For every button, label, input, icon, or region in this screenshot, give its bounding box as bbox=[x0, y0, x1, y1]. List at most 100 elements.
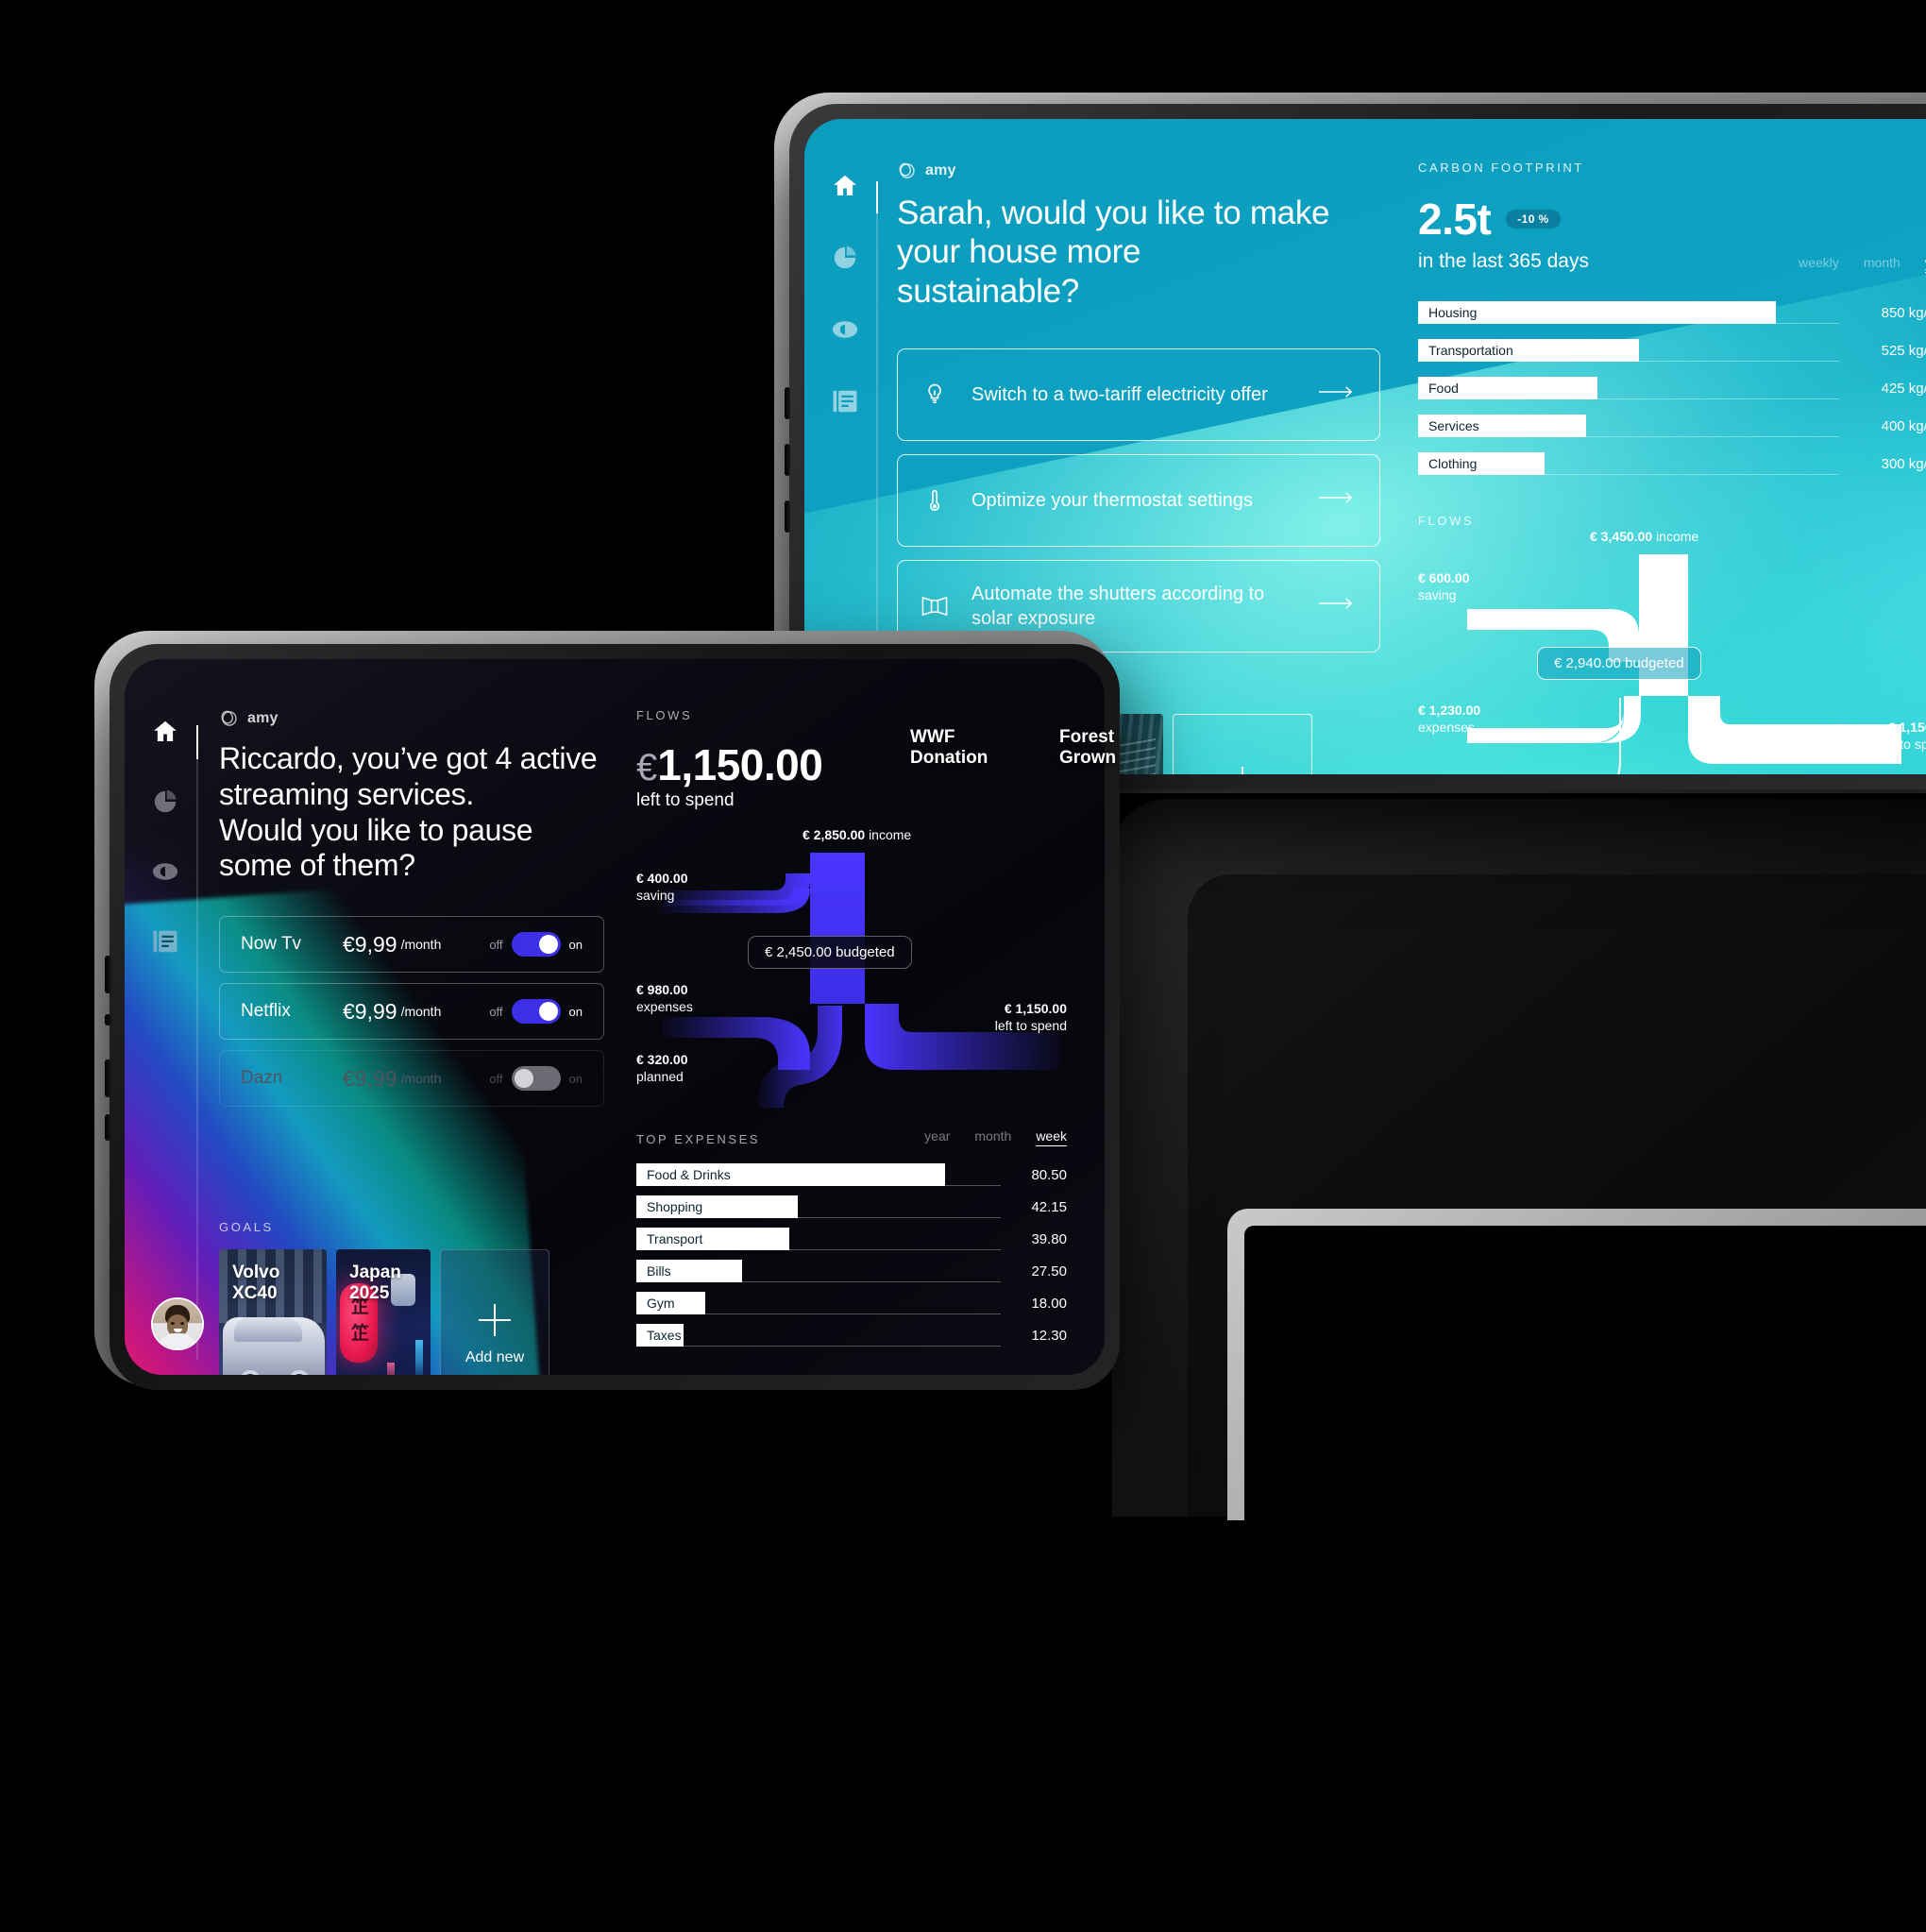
toggle-off-label: off bbox=[489, 1071, 503, 1086]
bar-track: Bills bbox=[636, 1260, 1001, 1282]
bar-row: Housing 850 kg/co2 bbox=[1418, 301, 1926, 324]
sidebar-active-indicator bbox=[196, 725, 198, 759]
top-expenses-header: TOP EXPENSES year month week bbox=[636, 1128, 1067, 1146]
suggestion-card-electricity[interactable]: Switch to a two-tariff electricity offer bbox=[897, 347, 1380, 441]
flow-budgeted-pill: € 2,450.00 budgeted bbox=[748, 936, 912, 969]
bar-fill: Food bbox=[1418, 377, 1597, 399]
bar-track: Food & Drinks bbox=[636, 1163, 1001, 1186]
bar-category-label: Transportation bbox=[1428, 343, 1513, 358]
sidebar-item-analytics[interactable] bbox=[831, 244, 859, 272]
dark-right-column: FLOWS € 1,150.00 left to spend € 2,850.0… bbox=[636, 708, 1067, 1375]
brand-name: amy bbox=[247, 709, 279, 726]
bar-category-label: Gym bbox=[647, 1296, 675, 1311]
bar-track: Housing bbox=[1418, 301, 1839, 324]
bar-row: Bills 27.50 bbox=[636, 1260, 1067, 1282]
goal-card-add-new[interactable]: Add new bbox=[440, 1249, 549, 1375]
bar-row: Transportation 525 kg/co2 bbox=[1418, 339, 1926, 362]
bar-fill: Clothing bbox=[1418, 452, 1545, 475]
bar-value-label: 300 kg/co2 bbox=[1881, 456, 1926, 472]
power-button[interactable] bbox=[105, 1114, 111, 1141]
volume-button-up[interactable] bbox=[785, 387, 790, 419]
service-period: /month bbox=[400, 1071, 442, 1086]
goal-card-percent: 75% bbox=[232, 1373, 261, 1375]
sidebar-item-budget[interactable] bbox=[831, 315, 859, 344]
goal-card-add-new[interactable]: Add new bbox=[1173, 713, 1312, 774]
carbon-period-tabs: weekly month year bbox=[1799, 255, 1926, 273]
thermometer-icon bbox=[919, 480, 951, 521]
bar-fill: Housing bbox=[1418, 301, 1777, 324]
teal-right-column: CARBON FOOTPRINT 2.5t -10 % in the last … bbox=[1418, 161, 1926, 774]
service-row-now-tv[interactable]: Now Tv €9,99/month off on bbox=[219, 916, 604, 973]
bar-baseline bbox=[636, 1346, 1001, 1347]
service-toggle[interactable] bbox=[511, 932, 561, 957]
goal-card-volvo[interactable]: Volvo XC40 75% bbox=[219, 1249, 327, 1375]
carbon-bar-chart: Housing 850 kg/co2 Transportation 525 kg/co… bbox=[1418, 301, 1926, 475]
sidebar-item-home[interactable] bbox=[831, 172, 859, 200]
bar-fill: Transport bbox=[636, 1228, 789, 1250]
volume-button-down[interactable] bbox=[105, 1059, 111, 1097]
goal-card-title: Forest Grown bbox=[1059, 726, 1117, 768]
bar-category-label: Transport bbox=[647, 1231, 703, 1246]
dark-headline: Riccardo, you’ve got 4 active streaming … bbox=[219, 741, 604, 884]
service-row-netflix[interactable]: Netflix €9,99/month off on bbox=[219, 983, 604, 1040]
bar-track: Transportation bbox=[1418, 339, 1839, 362]
service-toggle[interactable] bbox=[511, 999, 561, 1024]
sidebar-item-budget[interactable] bbox=[151, 857, 179, 886]
shutters-icon bbox=[919, 585, 951, 627]
service-toggle[interactable] bbox=[511, 1066, 561, 1091]
suggestion-card-thermostat[interactable]: Optimize your thermostat settings bbox=[897, 453, 1380, 547]
volume-button-up[interactable] bbox=[105, 956, 111, 993]
teal-brand: amy bbox=[897, 161, 1380, 180]
tab-week[interactable]: week bbox=[1036, 1128, 1067, 1146]
screenshot-canvas: amy Sarah, would you like to make your h… bbox=[0, 0, 1926, 1932]
volume-button-down[interactable] bbox=[785, 444, 790, 476]
bar-fill: Food & Drinks bbox=[636, 1163, 946, 1186]
suggestion-card-text: Automate the shutters according to solar… bbox=[971, 583, 1265, 629]
tab-month[interactable]: month bbox=[1864, 255, 1901, 270]
euro-symbol: € bbox=[636, 747, 658, 788]
tab-weekly[interactable]: weekly bbox=[1799, 255, 1839, 270]
teal-flow-diagram: € 3,450.00 income € 600.00 saving € 2,940… bbox=[1418, 529, 1926, 774]
service-name: Now Tv bbox=[241, 934, 302, 954]
sidebar-item-documents[interactable] bbox=[151, 927, 179, 956]
bar-track: Clothing bbox=[1418, 452, 1839, 475]
goal-card-title: Japan 2025 bbox=[349, 1263, 401, 1303]
carbon-period-text: in the last 365 days bbox=[1418, 250, 1589, 272]
flows-hero-caption: left to spend bbox=[636, 790, 735, 810]
arrow-right-icon bbox=[1319, 385, 1355, 403]
bar-track: Food bbox=[1418, 377, 1839, 399]
amy-logo-icon bbox=[219, 708, 239, 728]
sidebar-item-documents[interactable] bbox=[831, 387, 859, 415]
bar-value-label: 18.00 bbox=[1031, 1296, 1067, 1312]
sidebar-item-home[interactable] bbox=[151, 718, 179, 746]
service-row-dazn[interactable]: Dazn €9,99/month off on bbox=[219, 1050, 604, 1107]
lightbulb-icon bbox=[919, 374, 951, 415]
sidebar-item-analytics[interactable] bbox=[151, 788, 179, 816]
bar-row: Transport 39.80 bbox=[636, 1228, 1067, 1250]
headline-line-1: Riccardo, you’ve got 4 active bbox=[219, 741, 598, 775]
bar-value-label: 400 kg/co2 bbox=[1881, 418, 1926, 434]
goal-card-japan[interactable]: 䇛䇛 Japan 2025 25% bbox=[336, 1249, 431, 1375]
dark-flow-diagram: € 2,850.00 income € 400.00 saving € 2,450… bbox=[636, 827, 1067, 1108]
user-avatar[interactable] bbox=[151, 1297, 204, 1350]
flow-budgeted-pill: € 2,940.00 budgeted bbox=[1537, 647, 1701, 680]
top-expenses-label: TOP EXPENSES bbox=[636, 1132, 761, 1146]
carbon-subrow: in the last 365 days weekly month year bbox=[1418, 250, 1926, 273]
streaming-services-list: Now Tv €9,99/month off on Netflix €9,99/month… bbox=[219, 916, 604, 1107]
tab-year[interactable]: year bbox=[924, 1128, 950, 1144]
tab-month[interactable]: month bbox=[974, 1128, 1011, 1144]
bar-row: Food 425 kg/co2 bbox=[1418, 377, 1926, 399]
headline-line-2: streaming services. bbox=[219, 776, 474, 811]
flow-income-label: € 3,450.00 income bbox=[1590, 529, 1699, 544]
flow-income-label: € 2,850.00 income bbox=[802, 827, 912, 842]
bar-category-label: Clothing bbox=[1428, 456, 1478, 471]
bar-track: Taxes bbox=[636, 1324, 1001, 1347]
bar-value-label: 425 kg/co2 bbox=[1881, 381, 1926, 397]
dark-brand: amy bbox=[219, 708, 604, 728]
power-button[interactable] bbox=[785, 500, 790, 533]
background-device-screen bbox=[1244, 1226, 1926, 1520]
bar-value-label: 42.15 bbox=[1031, 1199, 1067, 1215]
goal-card-title: Volvo XC40 bbox=[232, 1263, 280, 1303]
teal-flows-label: FLOWS bbox=[1418, 514, 1475, 528]
bar-row: Gym 18.00 bbox=[636, 1292, 1067, 1314]
